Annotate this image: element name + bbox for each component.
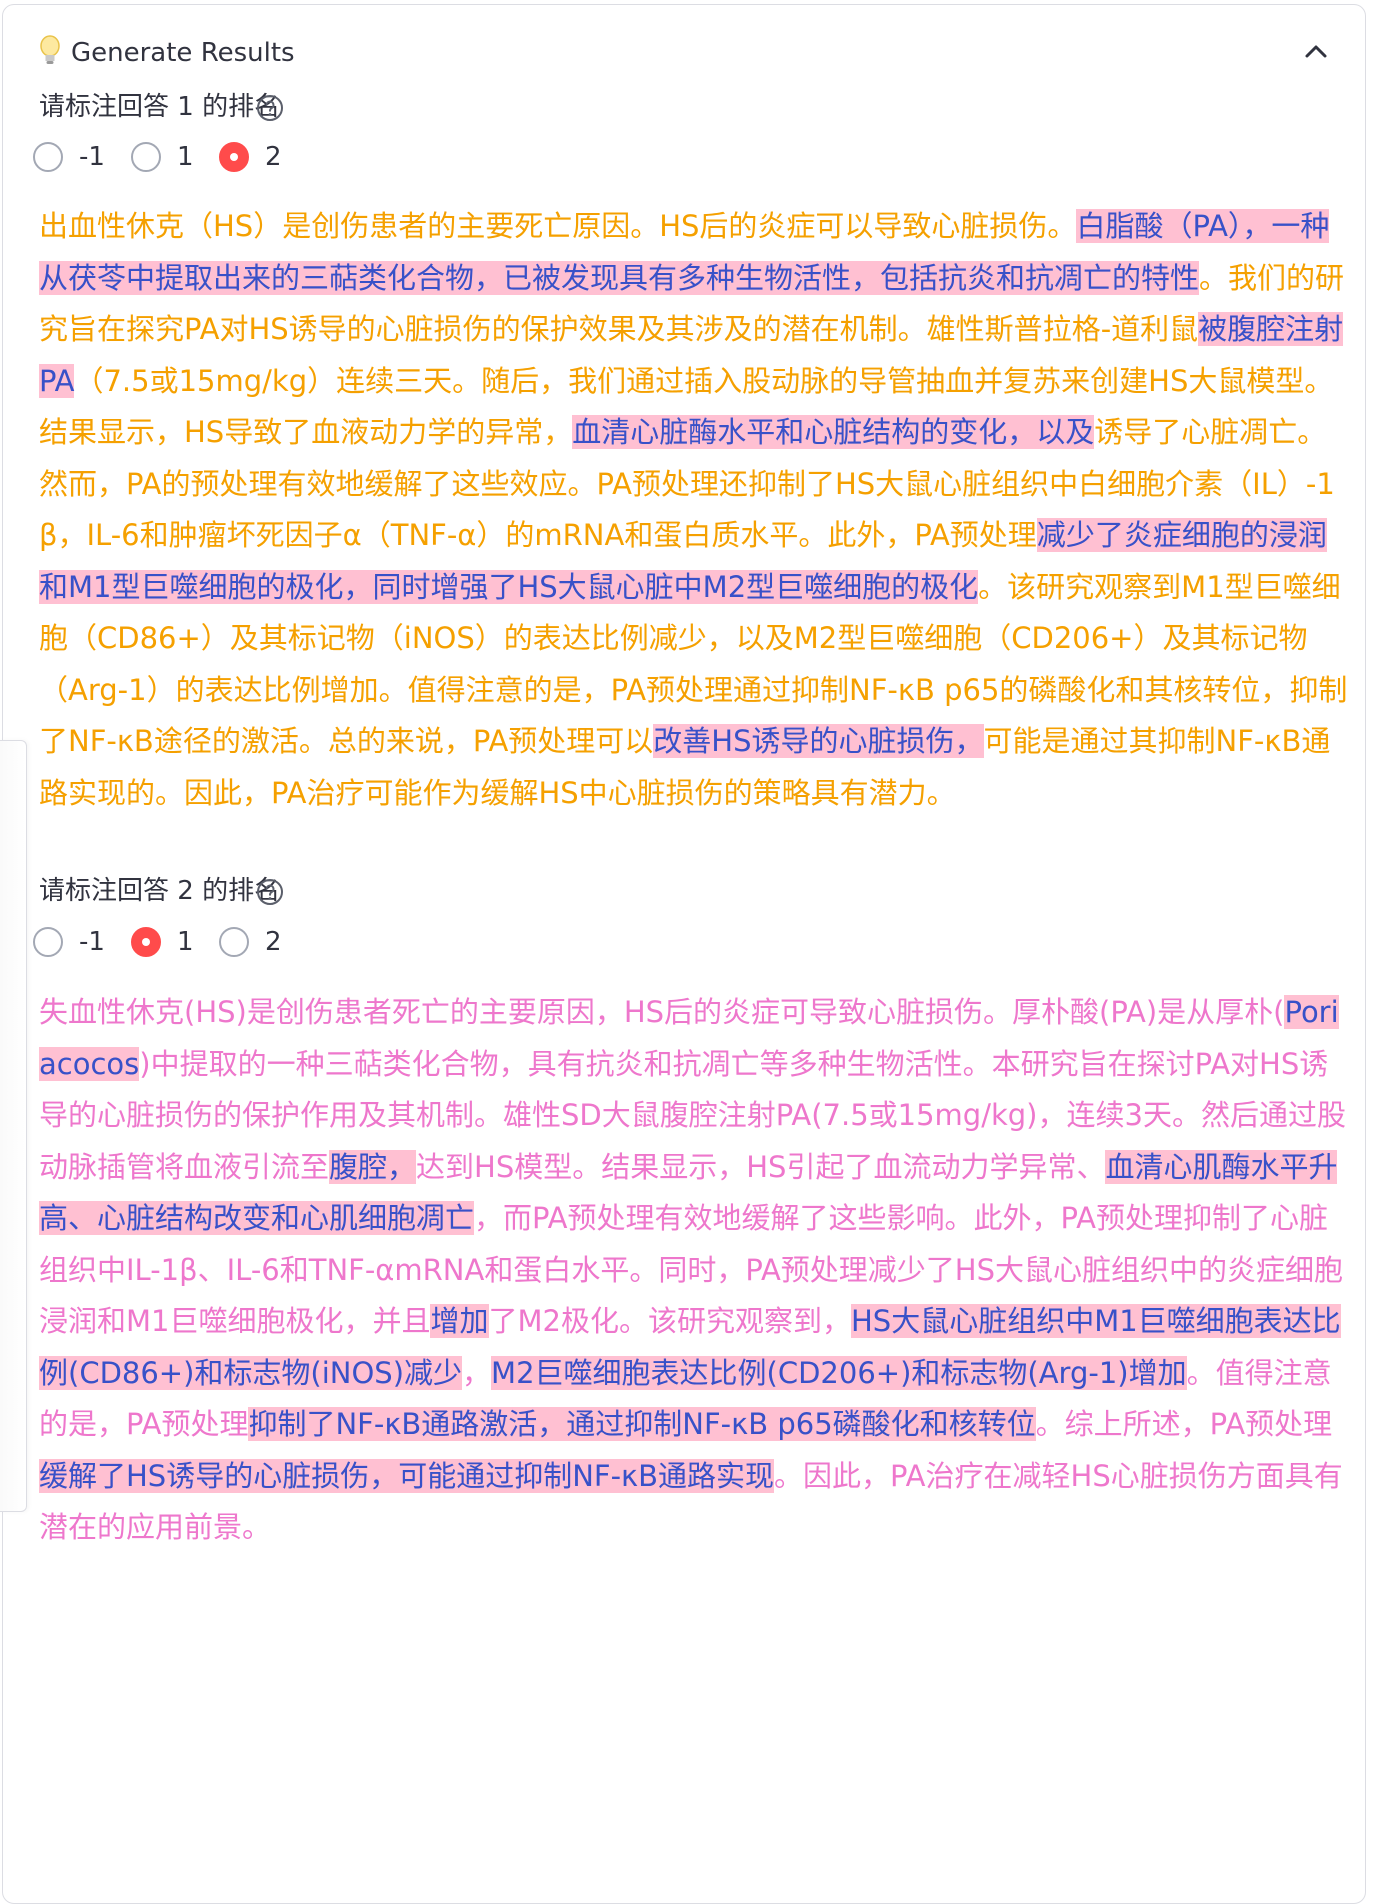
text-span: ， <box>462 1355 492 1390</box>
answer-text-1: 出血性休克（HS）是创伤患者的主要死亡原因。HS后的炎症可以导致心脏损伤。白脂酸… <box>39 201 1349 819</box>
radio-circle-selected[interactable] <box>131 927 161 957</box>
highlighted-span: 腹腔， <box>329 1149 417 1184</box>
radio-label: -1 <box>79 142 105 172</box>
question-label-1: 请标注回答 1 的排名 <box>39 92 281 122</box>
rank-radio-1-option-2[interactable]: 2 <box>219 140 282 174</box>
radio-circle[interactable] <box>33 142 63 172</box>
highlighted-span: 改善HS诱导的心脏损伤， <box>653 724 984 758</box>
help-icon[interactable] <box>255 877 285 907</box>
radio-label: 2 <box>265 142 282 172</box>
radio-label: 1 <box>177 927 194 957</box>
radio-circle[interactable] <box>33 927 63 957</box>
text-span: 了M2极化。该研究观察到， <box>488 1304 851 1338</box>
sidebar-edge <box>0 740 27 1512</box>
answer-text-2: 失血性休克(HS)是创伤患者死亡的主要原因，HS后的炎症可导致心脏损伤。厚朴酸(… <box>39 987 1349 1554</box>
radio-circle[interactable] <box>131 142 161 172</box>
radio-circle-selected[interactable] <box>219 142 249 172</box>
rank-radio-1-option-neg1[interactable]: -1 <box>33 140 105 174</box>
rank-radio-2-option-1[interactable]: 1 <box>131 925 194 959</box>
lightbulb-icon <box>40 35 60 64</box>
results-expander: Generate Results 请标注回答 1 的排名 -1 1 2 出血性休… <box>2 4 1366 1904</box>
chevron-up-icon[interactable] <box>1303 41 1329 61</box>
rank-radio-2-option-2[interactable]: 2 <box>219 925 282 959</box>
expander-title: Generate Results <box>71 38 295 68</box>
highlighted-span: 缓解了HS诱导的心脏损伤，可能通过抑制NF-κB通路实现 <box>39 1458 775 1493</box>
highlighted-span: 抑制了NF-κB通路激活，通过抑制NF-κB p65磷酸化和核转位 <box>248 1407 1036 1441</box>
text-span: 。综上所述，PA预处理 <box>1035 1407 1333 1441</box>
help-icon[interactable] <box>255 93 285 123</box>
rank-radio-2-option-neg1[interactable]: -1 <box>33 925 105 959</box>
text-span: 失血性休克(HS)是创伤患者死亡的主要原因，HS后的炎症可导致心脏损伤。厚朴酸(… <box>39 995 1285 1029</box>
highlighted-span: 血清心脏酶水平和心脏结构的变化，以及 <box>572 415 1095 449</box>
radio-label: 1 <box>177 142 194 172</box>
highlighted-span: 增加 <box>430 1304 489 1338</box>
text-span: 达到HS模型。结果显示，HS引起了血流动力学异常、 <box>416 1149 1106 1184</box>
rank-radio-1-option-1[interactable]: 1 <box>131 140 194 174</box>
radio-label: -1 <box>79 927 105 957</box>
radio-label: 2 <box>265 927 282 957</box>
radio-circle[interactable] <box>219 927 249 957</box>
question-label-2: 请标注回答 2 的排名 <box>39 876 281 906</box>
text-span: 出血性休克（HS）是创伤患者的主要死亡原因。HS后的炎症可以导致心脏损伤。 <box>39 209 1077 243</box>
highlighted-span: M2巨噬细胞表达比例(CD206+)和标志物(Arg-1)增加 <box>491 1355 1187 1390</box>
